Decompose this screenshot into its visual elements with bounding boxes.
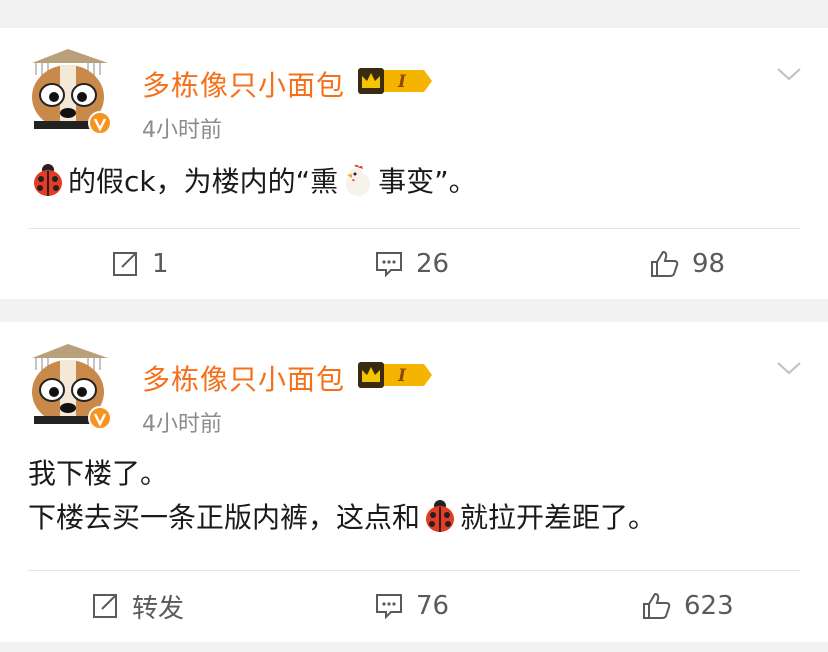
comment-icon xyxy=(376,252,402,278)
comment-button[interactable]: 26 xyxy=(374,229,449,299)
vip-badge-icon[interactable]: I xyxy=(356,64,434,98)
chevron-down-icon[interactable] xyxy=(776,66,802,82)
like-count: 98 xyxy=(692,249,726,279)
content-line: 我下楼了。 xyxy=(28,457,169,490)
content-line: 下楼去买一条正版内裤，这点和 就拉开差距了。 xyxy=(28,496,808,540)
repost-icon xyxy=(113,252,137,276)
content-text: 的假ck，为楼内的“熏 xyxy=(68,165,339,198)
repost-count: 1 xyxy=(152,249,169,279)
action-bar: 转发 76 623 xyxy=(0,571,828,641)
repost-label: 转发 xyxy=(132,593,185,624)
post-time: 4小时前 xyxy=(142,412,222,437)
content-text: 就拉开差距了。 xyxy=(460,501,657,534)
vip-level: I xyxy=(397,366,407,386)
like-button[interactable]: 98 xyxy=(648,229,725,299)
vip-level: I xyxy=(397,72,407,92)
repost-button[interactable]: 转发 xyxy=(90,571,184,641)
post-card: 多栋像只小面包 I 4小时前 的假ck，为楼内的“熏 事变”。 1 26 98 xyxy=(0,28,828,299)
action-bar: 1 26 98 xyxy=(0,229,828,299)
thumbs-up-icon xyxy=(643,592,671,619)
chevron-down-icon[interactable] xyxy=(776,360,802,376)
comment-count: 26 xyxy=(416,249,450,279)
repost-icon xyxy=(93,594,117,618)
username[interactable]: 多栋像只小面包 xyxy=(142,358,345,398)
ladybug-emoji-icon xyxy=(34,164,62,196)
ladybug-emoji-icon xyxy=(426,500,455,532)
content-text: 事变”。 xyxy=(378,165,477,198)
comment-button[interactable]: 76 xyxy=(374,571,449,641)
like-count: 623 xyxy=(684,591,734,621)
repost-button[interactable]: 1 xyxy=(110,229,169,299)
post-content: 的假ck，为楼内的“熏 事变”。 xyxy=(28,160,808,204)
post-content: 我下楼了。 下楼去买一条正版内裤，这点和 就拉开差距了。 xyxy=(28,452,808,540)
post-time: 4小时前 xyxy=(142,118,222,143)
post-card: 多栋像只小面包 I 4小时前 我下楼了。 下楼去买一条正版内裤，这点和 就拉开差… xyxy=(0,322,828,642)
avatar[interactable] xyxy=(26,41,114,133)
chicken-emoji-icon xyxy=(346,164,371,196)
content-text: 下楼去买一条正版内裤，这点和 xyxy=(28,501,421,534)
comment-icon xyxy=(376,594,402,620)
username[interactable]: 多栋像只小面包 xyxy=(142,64,345,104)
vip-badge-icon[interactable]: I xyxy=(356,358,434,392)
avatar[interactable] xyxy=(26,336,114,428)
comment-count: 76 xyxy=(416,591,450,621)
thumbs-up-icon xyxy=(651,250,679,277)
like-button[interactable]: 623 xyxy=(640,571,734,641)
